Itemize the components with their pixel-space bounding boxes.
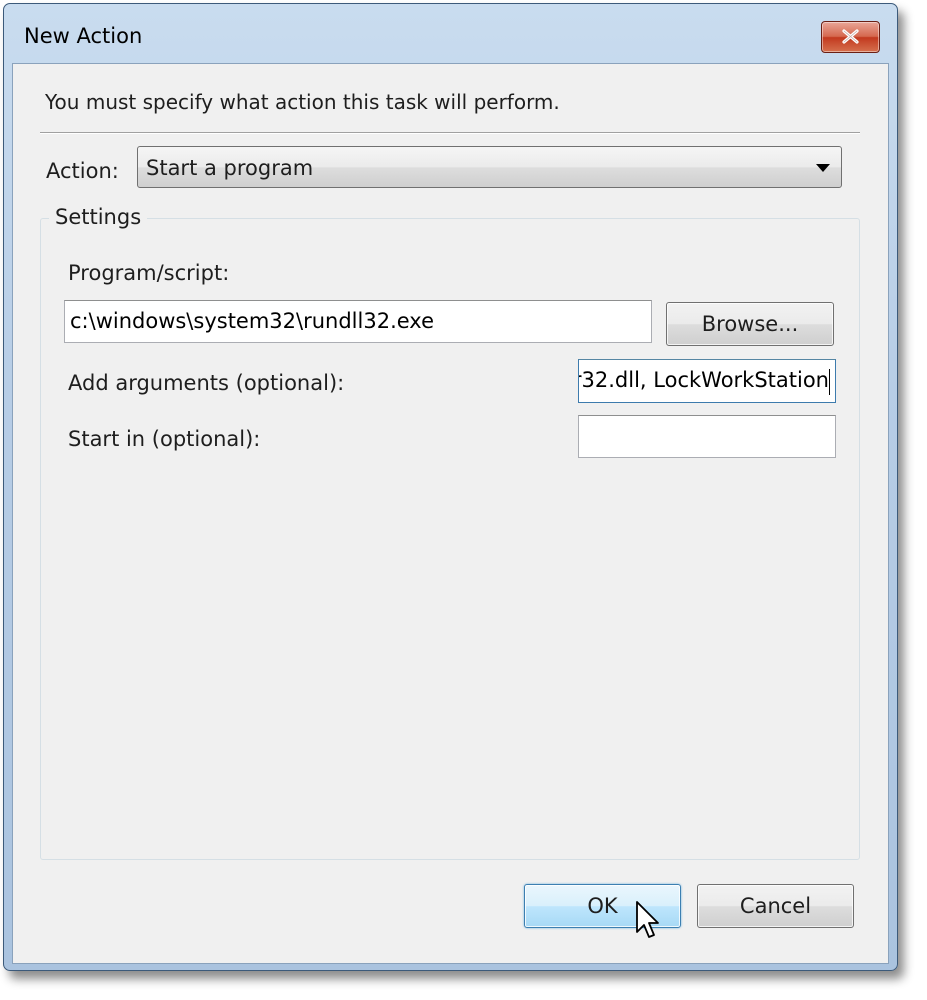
close-button[interactable] bbox=[821, 21, 880, 53]
chevron-down-icon bbox=[816, 164, 830, 172]
text-caret bbox=[829, 369, 830, 395]
instruction-text: You must specify what action this task w… bbox=[45, 90, 560, 114]
start-in-label: Start in (optional): bbox=[68, 427, 261, 451]
window-title: New Action bbox=[24, 24, 143, 48]
browse-button[interactable]: Browse... bbox=[666, 302, 834, 346]
cancel-button-label: Cancel bbox=[739, 894, 812, 918]
arguments-value: r32.dll, LockWorkStation bbox=[578, 368, 829, 392]
browse-button-label: Browse... bbox=[701, 312, 799, 336]
cancel-button[interactable]: Cancel bbox=[697, 884, 854, 928]
mouse-pointer-icon bbox=[636, 901, 659, 938]
settings-legend: Settings bbox=[49, 205, 148, 229]
arguments-label: Add arguments (optional): bbox=[68, 371, 345, 395]
separator bbox=[40, 132, 860, 134]
dialog-window: New Action You must specify what action … bbox=[3, 3, 898, 971]
action-dropdown[interactable]: Start a program bbox=[137, 146, 842, 188]
action-label: Action: bbox=[46, 159, 119, 183]
program-script-value: c:\windows\system32\rundll32.exe bbox=[70, 309, 435, 333]
ok-button-label: OK bbox=[587, 894, 618, 918]
close-icon bbox=[842, 29, 859, 44]
dialog-client-area: You must specify what action this task w… bbox=[12, 63, 889, 964]
arguments-input[interactable]: r32.dll, LockWorkStation bbox=[578, 359, 836, 403]
program-script-label: Program/script: bbox=[68, 261, 230, 285]
start-in-input[interactable] bbox=[578, 415, 836, 458]
program-script-input[interactable]: c:\windows\system32\rundll32.exe bbox=[64, 300, 652, 343]
action-selected-value: Start a program bbox=[146, 156, 314, 180]
